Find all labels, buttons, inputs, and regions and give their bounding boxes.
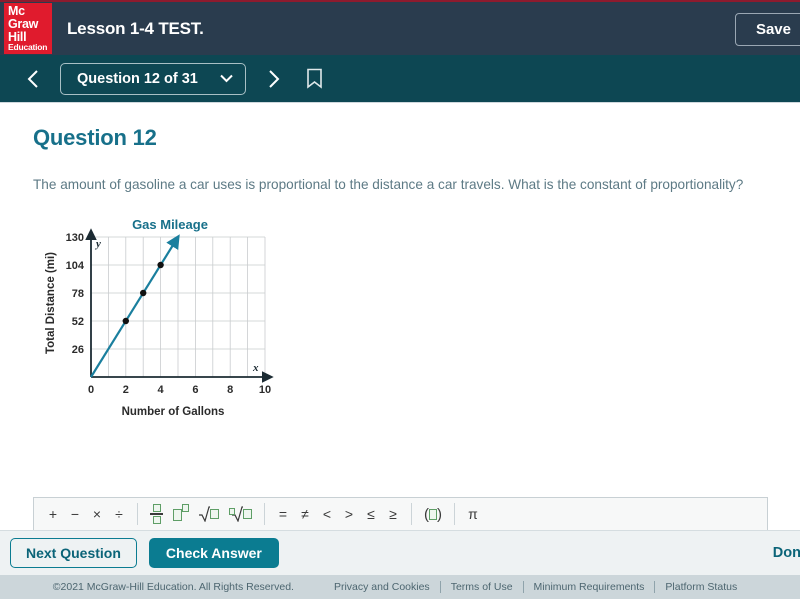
done-and-continue-link[interactable]: Done an [773,545,800,561]
footer-link[interactable]: Platform Status [655,581,747,593]
toolbar-separator [411,503,412,525]
chart-y-axis-marker: y [94,238,101,250]
logo-line-1: Mc [8,4,25,19]
math-symbol-toolbar: + − × ÷ = ≠ < > ≤ ≥ () π [33,497,768,531]
math-button-less-or-equal[interactable]: ≤ [360,500,382,528]
math-button-multiply[interactable]: × [86,500,108,528]
copyright-text: ©2021 McGraw-Hill Education. All Rights … [52,581,294,593]
chevron-right-icon[interactable] [260,64,286,94]
question-selector-label: Question 12 of 31 [77,70,198,87]
footer-link[interactable]: Privacy and Cookies [324,581,440,593]
footer-link[interactable]: Terms of Use [441,581,523,593]
next-question-button[interactable]: Next Question [10,538,137,568]
question-nav-bar: Question 12 of 31 [0,55,800,103]
toolbar-separator [264,503,265,525]
math-button-divide[interactable]: ÷ [108,500,130,528]
chart-title: Gas Mileage [132,217,208,233]
app-header: Mc Graw Hill Education Lesson 1-4 TEST. … [0,0,800,55]
question-selector-dropdown[interactable]: Question 12 of 31 [60,62,246,95]
math-button-square-root[interactable] [194,500,224,528]
math-button-minus[interactable]: − [64,500,86,528]
chart-x-tick-label: 8 [227,384,233,396]
chart-plot-area: 26 52 78 104 130 0 2 4 6 8 10 y x [66,228,274,396]
math-button-nth-root[interactable] [224,500,257,528]
chart-x-tick-label: 6 [192,384,198,396]
footer-links: Privacy and Cookies Terms of Use Minimum R… [324,581,747,593]
chevron-left-icon[interactable] [20,64,46,94]
footer-link[interactable]: Minimum Requirements [524,581,655,593]
lesson-title: Lesson 1-4 TEST. [67,18,204,38]
chart-data-point [122,317,129,325]
chart-x-axis-label: Number of Gallons [121,406,225,419]
chevron-down-icon [220,71,233,87]
math-button-not-equals[interactable]: ≠ [294,500,316,528]
question-content: Question 12 The amount of gasoline a car… [0,103,800,484]
bookmark-icon[interactable] [306,68,323,89]
logo-line-2: Graw [8,16,39,31]
check-answer-button[interactable]: Check Answer [148,538,279,568]
chart-x-tick-label: 10 [259,384,271,396]
chart-y-tick-label: 104 [66,260,85,272]
math-button-pi[interactable]: π [462,500,484,528]
check-answer-label: Check Answer [165,545,262,561]
chart-x-tick-label: 0 [88,384,94,396]
chart-y-tick-label: 130 [66,232,84,244]
chart-data-point [140,289,147,297]
save-button[interactable]: Save [734,13,800,46]
gas-mileage-chart: Gas Mileage Total Distance (mi) Number o… [33,209,283,424]
chart-y-tick-label: 52 [72,316,84,328]
chart-data-point [157,261,164,269]
toolbar-separator [454,503,455,525]
save-button-label: Save [755,21,791,38]
mcgraw-hill-logo: Mc Graw Hill Education [4,3,52,54]
math-button-parentheses[interactable]: () [419,500,447,528]
math-button-less-than[interactable]: < [316,500,338,528]
logo-line-4: Education [8,42,48,53]
math-button-greater-than[interactable]: > [338,500,360,528]
toolbar-separator [137,503,138,525]
chart-x-axis-marker: x [252,362,259,374]
math-button-exponent[interactable] [168,500,194,528]
footer: ©2021 McGraw-Hill Education. All Rights … [0,575,800,599]
chart-y-tick-label: 78 [72,288,84,300]
next-question-label: Next Question [26,545,121,561]
math-button-fraction[interactable] [145,500,168,528]
math-button-equals[interactable]: = [272,500,294,528]
page-title: Question 12 [33,125,157,150]
chart-y-tick-label: 26 [72,344,84,356]
chart-x-tick-label: 2 [123,384,129,396]
math-button-plus[interactable]: + [42,500,64,528]
chart-x-tick-label: 4 [158,384,165,396]
action-bar: Next Question Check Answer Done an [0,530,800,575]
chart-y-axis-label: Total Distance (mi) [45,252,57,355]
question-prompt: The amount of gasoline a car uses is pro… [33,177,744,192]
math-button-greater-or-equal[interactable]: ≥ [382,500,404,528]
